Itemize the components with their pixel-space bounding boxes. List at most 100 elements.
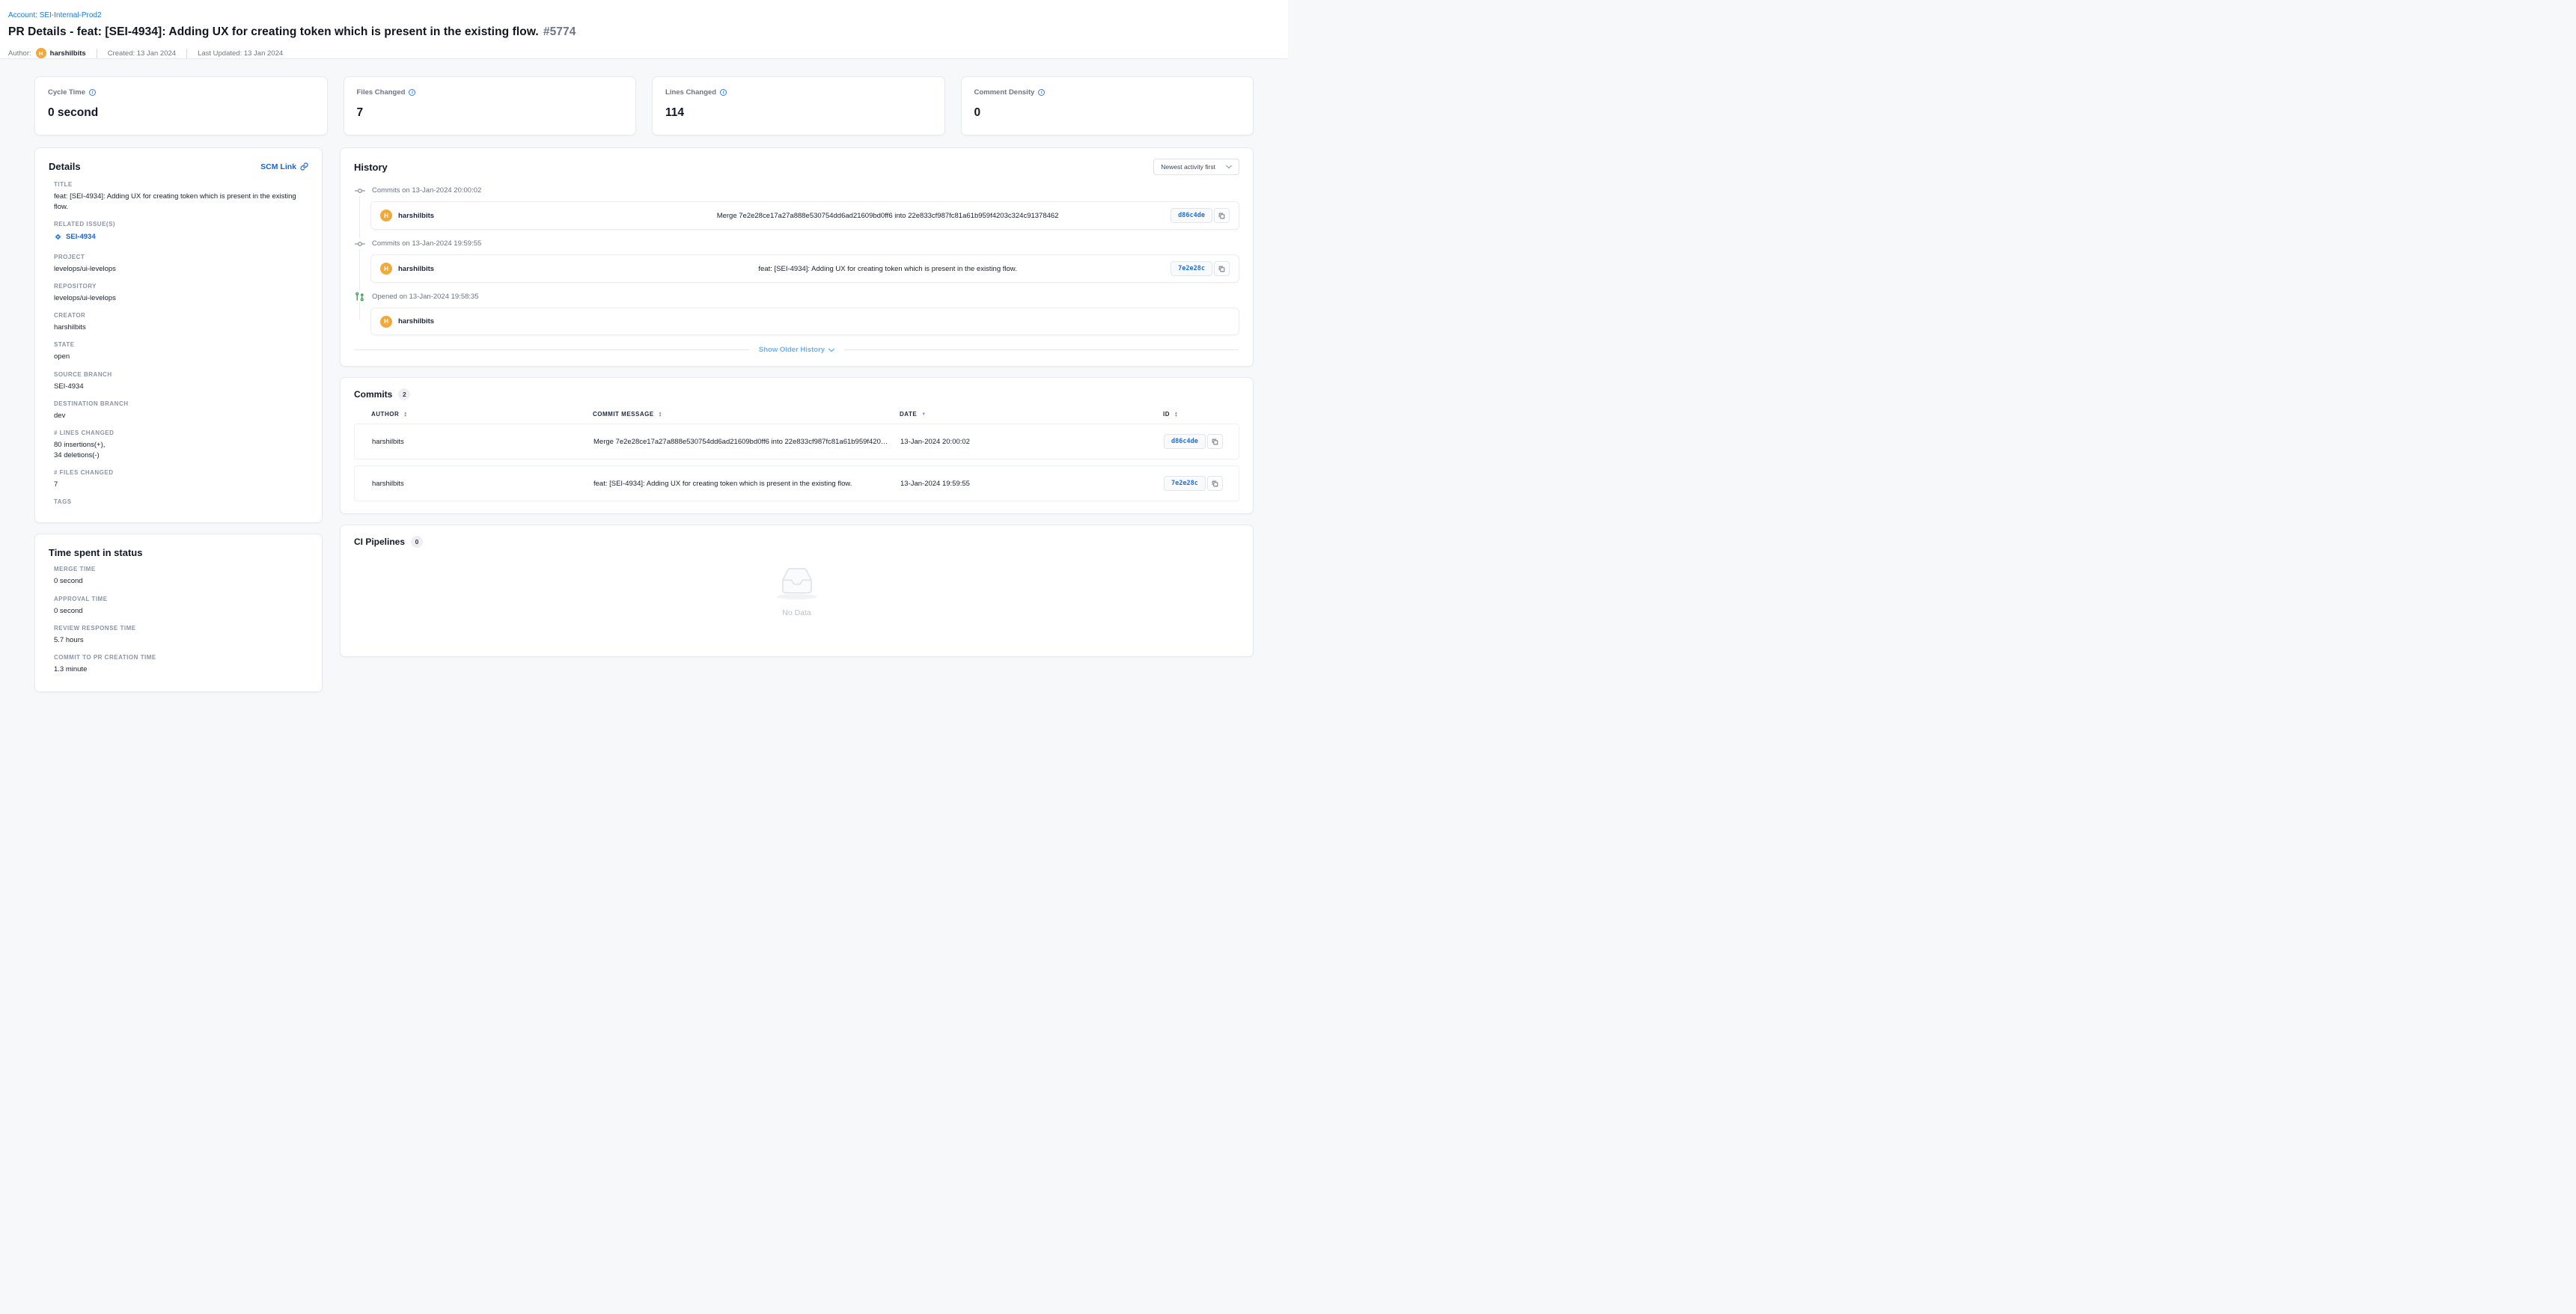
field-review-response-time: REVIEW RESPONSE TIME 5.7 hours bbox=[54, 625, 308, 646]
entry-author: harshilbits bbox=[398, 265, 434, 273]
timeline-event-text: Opened on 13-Jan-2024 19:58:35 bbox=[372, 293, 479, 301]
divider bbox=[186, 49, 187, 58]
no-data-text: No Data bbox=[782, 608, 811, 617]
metric-label: Lines Changed bbox=[665, 88, 716, 97]
column-label: ID bbox=[1163, 411, 1170, 418]
field-value: levelops/ui-levelops bbox=[54, 293, 308, 304]
field-value: 1.3 minute bbox=[54, 664, 308, 675]
metric-card-files-changed: Files Changed i 7 bbox=[344, 76, 637, 135]
created-date: Created: 13 Jan 2024 bbox=[108, 49, 176, 58]
commits-table-header: AUTHOR ▲▼ COMMIT MESSAGE ▲▼ DATE ▼ ID ▲▼ bbox=[354, 411, 1239, 418]
metric-label: Files Changed bbox=[357, 88, 406, 97]
account-breadcrumb-link[interactable]: Account: SEI-Internal-Prod2 bbox=[8, 11, 102, 19]
commit-hash-badge[interactable]: 7e2e28c bbox=[1171, 261, 1212, 276]
timeline-event-label: Commits on 13-Jan-2024 20:00:02 bbox=[354, 185, 1239, 196]
field-label: CREATOR bbox=[54, 312, 308, 319]
history-entry: H harshilbits bbox=[370, 308, 1239, 335]
field-label: # FILES CHANGED bbox=[54, 469, 308, 476]
commit-message-cell: Merge 7e2e28ce17a27a888e530754dd6ad21609… bbox=[593, 438, 900, 446]
metric-card-comment-density: Comment Density i 0 bbox=[961, 76, 1254, 135]
show-older-history-row: Show Older History bbox=[354, 346, 1239, 354]
field-value: 0 second bbox=[54, 606, 308, 617]
time-spent-panel: Time spent in status MERGE TIME 0 second… bbox=[34, 534, 323, 692]
author-name: harshilbits bbox=[50, 49, 86, 58]
timeline-event-text: Commits on 13-Jan-2024 20:00:02 bbox=[372, 186, 481, 195]
divider bbox=[844, 349, 1239, 350]
scm-link-label: SCM Link bbox=[260, 162, 296, 171]
metric-label: Cycle Time bbox=[48, 88, 85, 97]
field-files-changed: # FILES CHANGED 7 bbox=[54, 469, 308, 490]
info-icon[interactable]: i bbox=[89, 89, 96, 96]
chevron-down-icon bbox=[1226, 165, 1232, 169]
sort-icon: ▲▼ bbox=[403, 412, 407, 418]
sort-icon: ▲▼ bbox=[659, 412, 662, 418]
entry-author: harshilbits bbox=[398, 317, 434, 326]
entry-commit-message: feat: [SEI-4934]: Adding UX for creating… bbox=[605, 265, 1171, 273]
commit-date-cell: 13-Jan-2024 20:00:02 bbox=[900, 438, 1164, 446]
history-sort-select[interactable]: Newest activity first bbox=[1153, 159, 1239, 175]
author-row: Author: H harshilbits Created: 13 Jan 20… bbox=[8, 48, 1279, 58]
commits-panel: Commits 2 AUTHOR ▲▼ COMMIT MESSAGE ▲▼ DA… bbox=[340, 377, 1254, 514]
link-icon bbox=[300, 162, 308, 171]
column-header-commit-message[interactable]: COMMIT MESSAGE ▲▼ bbox=[593, 411, 900, 418]
sort-icon: ▲▼ bbox=[1174, 412, 1178, 418]
avatar: H bbox=[380, 263, 392, 275]
copy-icon-button[interactable] bbox=[1207, 476, 1223, 491]
copy-icon-button[interactable] bbox=[1207, 434, 1223, 449]
column-header-author[interactable]: AUTHOR ▲▼ bbox=[371, 411, 593, 418]
field-value: open bbox=[54, 352, 308, 362]
details-heading: Details bbox=[49, 161, 81, 172]
pr-title-text: PR Details - feat: [SEI-4934]: Adding UX… bbox=[8, 25, 539, 38]
field-value: 0 second bbox=[54, 576, 308, 587]
details-panel: Details SCM Link TITLE bbox=[34, 147, 323, 523]
commit-author-cell: harshilbits bbox=[372, 438, 593, 446]
commit-date-cell: 13-Jan-2024 19:59:55 bbox=[900, 480, 1164, 488]
field-value: 80 insertions(+), 34 deletions(-) bbox=[54, 440, 308, 461]
metric-value: 114 bbox=[665, 106, 932, 120]
column-header-date[interactable]: DATE ▼ bbox=[900, 411, 1163, 418]
field-label: COMMIT TO PR CREATION TIME bbox=[54, 654, 308, 661]
info-icon[interactable]: i bbox=[720, 89, 727, 96]
timeline-event-label: Opened on 13-Jan-2024 19:58:35 bbox=[354, 291, 1239, 302]
metric-card-lines-changed: Lines Changed i 114 bbox=[652, 76, 945, 135]
field-value: feat: [SEI-4934]: Adding UX for creating… bbox=[54, 192, 308, 213]
field-value: harshilbits bbox=[54, 323, 308, 333]
scm-link[interactable]: SCM Link bbox=[260, 162, 308, 171]
field-merge-time: MERGE TIME 0 second bbox=[54, 566, 308, 587]
inbox-icon bbox=[780, 567, 814, 597]
field-label: REVIEW RESPONSE TIME bbox=[54, 625, 308, 632]
copy-icon-button[interactable] bbox=[1214, 261, 1230, 276]
field-repository: REPOSITORY levelops/ui-levelops bbox=[54, 283, 308, 304]
field-label: TAGS bbox=[54, 498, 308, 505]
column-header-id[interactable]: ID ▲▼ bbox=[1163, 411, 1239, 418]
related-issue-key: SEI-4934 bbox=[66, 233, 96, 241]
field-label: TITLE bbox=[54, 181, 308, 188]
empty-state: No Data bbox=[354, 567, 1239, 617]
metric-label: Comment Density bbox=[974, 88, 1035, 97]
commit-hash-badge[interactable]: d86c4de bbox=[1171, 208, 1212, 223]
commit-hash-badge[interactable]: 7e2e28c bbox=[1164, 476, 1206, 491]
ci-pipelines-panel: CI Pipelines 0 No Data bbox=[340, 525, 1254, 657]
field-value: levelops/ui-levelops bbox=[54, 264, 308, 275]
show-older-history-link[interactable]: Show Older History bbox=[759, 346, 834, 354]
sort-descending-icon: ▼ bbox=[921, 412, 926, 417]
ci-pipelines-heading: CI Pipelines bbox=[354, 537, 405, 547]
commit-hash-badge[interactable]: d86c4de bbox=[1164, 434, 1206, 449]
field-destination-branch: DESTINATION BRANCH dev bbox=[54, 400, 308, 421]
commits-heading: Commits bbox=[354, 389, 392, 400]
info-icon[interactable]: i bbox=[409, 89, 415, 96]
related-issue-link[interactable]: SEI-4934 bbox=[54, 233, 96, 241]
last-updated-date: Last Updated: 13 Jan 2024 bbox=[198, 49, 283, 58]
column-label: AUTHOR bbox=[371, 411, 399, 418]
field-title: TITLE feat: [SEI-4934]: Adding UX for cr… bbox=[54, 181, 308, 213]
copy-icon-button[interactable] bbox=[1214, 208, 1230, 223]
left-column: Details SCM Link TITLE bbox=[34, 147, 323, 692]
info-icon[interactable]: i bbox=[1038, 89, 1045, 96]
history-entry: H harshilbits Merge 7e2e28ce17a27a888e53… bbox=[370, 201, 1239, 230]
field-label: APPROVAL TIME bbox=[54, 596, 308, 602]
field-label: SOURCE BRANCH bbox=[54, 371, 308, 378]
divider bbox=[355, 349, 749, 350]
metric-value: 0 bbox=[974, 106, 1241, 120]
field-value: SEI-4934 bbox=[54, 382, 308, 392]
field-state: STATE open bbox=[54, 341, 308, 362]
